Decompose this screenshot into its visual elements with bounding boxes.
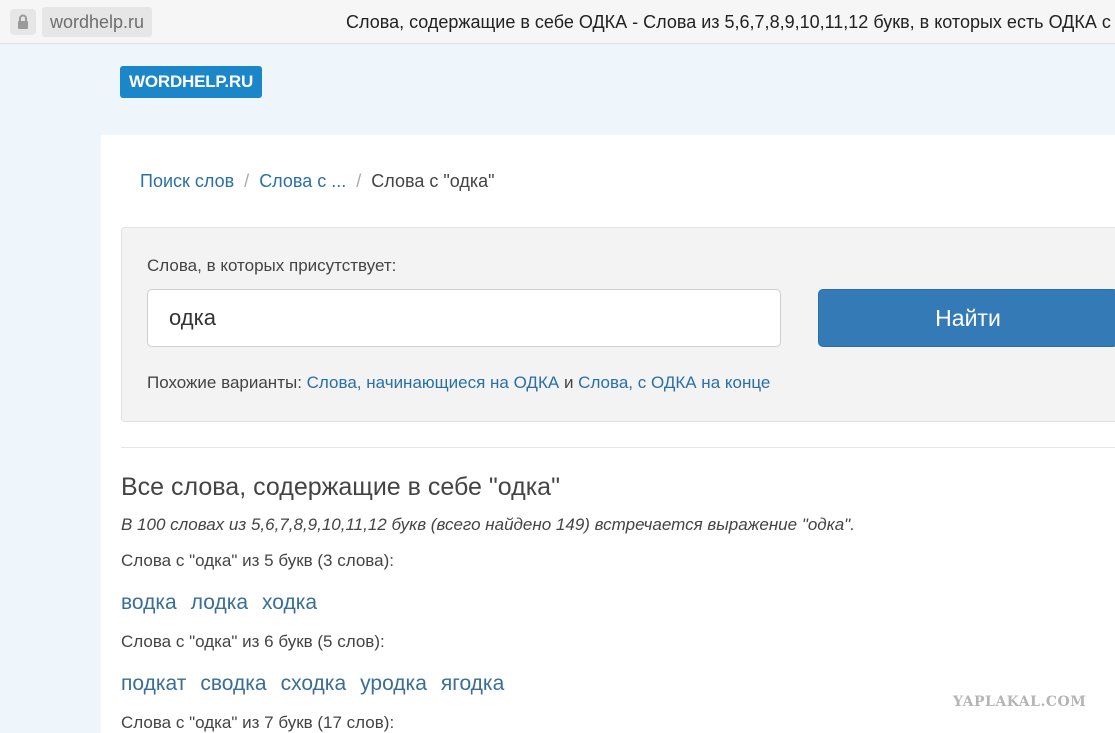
breadcrumb-item-words-with[interactable]: Слова с ... [259, 171, 346, 191]
lock-icon[interactable] [10, 9, 36, 35]
group-heading-7-letters: Слова с "одка" из 7 букв (17 слов): [121, 713, 395, 732]
search-button[interactable]: Найти [818, 289, 1115, 347]
browser-address-bar: wordhelp.ru Слова, содержащие в себе ОДК… [0, 0, 1115, 44]
breadcrumb-current: Слова с "одка" [371, 171, 495, 191]
url-field[interactable]: wordhelp.ru [42, 7, 153, 37]
word-list-5-letters: водка лодка ходка [121, 591, 331, 615]
similar-link-starts-with[interactable]: Слова, начинающиеся на ОДКА [307, 373, 560, 392]
word-link[interactable]: ягодка [441, 672, 504, 695]
word-link[interactable]: водка [121, 591, 177, 614]
divider [121, 447, 1115, 448]
similar-variants: Похожие варианты: Слова, начинающиеся на… [147, 373, 770, 393]
breadcrumb-item-word-search[interactable]: Поиск слов [140, 171, 234, 191]
browser-page-title: Слова, содержащие в себе ОДКА - Слова из… [346, 12, 1111, 32]
search-input[interactable] [147, 289, 781, 347]
word-link[interactable]: сводка [200, 672, 266, 695]
word-link[interactable]: лодка [191, 591, 248, 614]
word-link[interactable]: сходка [281, 672, 347, 695]
similar-link-ends-with[interactable]: Слова, с ОДКА на конце [578, 373, 770, 392]
breadcrumb-separator: / [244, 171, 250, 191]
watermark: YAPLAKAL.COM [953, 694, 1087, 710]
results-subtitle: В 100 словах из 5,6,7,8,9,10,11,12 букв … [121, 515, 855, 534]
similar-and: и [563, 373, 574, 392]
group-heading-5-letters: Слова с "одка" из 5 букв (3 слова): [121, 551, 394, 570]
group-heading-6-letters: Слова с "одка" из 6 букв (5 слов): [121, 632, 385, 651]
word-link[interactable]: уродка [360, 672, 427, 695]
word-link[interactable]: подкат [121, 672, 186, 695]
main-content: Поиск слов / Слова с ... / Слова с "одка" Сл… [101, 135, 1115, 733]
breadcrumb: Поиск слов / Слова с ... / Слова с "одка" [140, 169, 495, 193]
similar-prefix: Похожие варианты: [147, 373, 302, 392]
search-panel: Слова, в которых присутствует: Найти Пох… [121, 227, 1115, 422]
word-list-6-letters: подкат сводка сходка уродка ягодка [121, 672, 518, 696]
word-link[interactable]: ходка [262, 591, 317, 614]
search-label: Слова, в которых присутствует: [147, 256, 397, 275]
breadcrumb-separator: / [356, 171, 362, 191]
results-title: Все слова, содержащие в себе "одка" [121, 473, 560, 501]
site-logo[interactable]: WORDHELP.RU [120, 66, 263, 98]
